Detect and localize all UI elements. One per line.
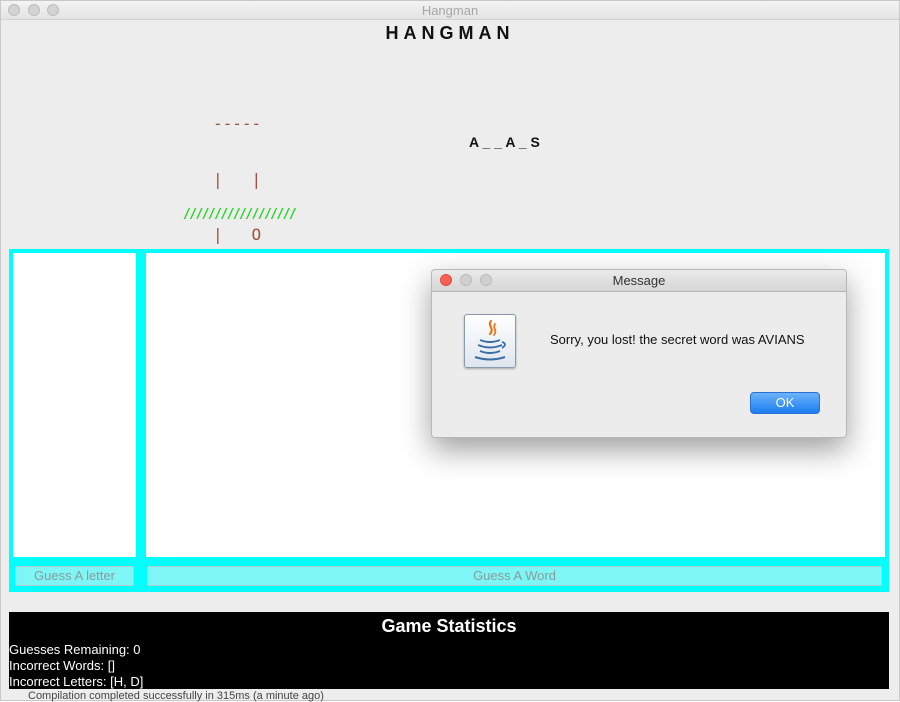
gallows-line: | | (213, 169, 262, 189)
gallows-line: | O (213, 225, 262, 244)
incorrect-letters: Incorrect Letters: [H, D] (9, 674, 144, 689)
guessed-letters-area[interactable] (13, 253, 136, 557)
dialog-title: Message (612, 273, 666, 288)
app-title: HANGMAN (385, 23, 515, 43)
guess-letter-button[interactable]: Guess A letter (15, 566, 134, 586)
masked-word: A _ _ A _ S (469, 134, 540, 150)
incorrect-words: Incorrect Words: [] (9, 658, 115, 673)
java-coffee-cup-icon (464, 314, 516, 368)
background-status-text: Compilation completed successfully in 31… (28, 690, 324, 702)
game-statistics-panel: Game Statistics Guesses Remaining: 0 Inc… (9, 612, 889, 689)
guess-progress-slashes: ////////////////// (183, 207, 297, 222)
stats-title: Game Statistics (381, 616, 517, 636)
dialog-message: Sorry, you lost! the secret word was AVI… (550, 332, 805, 347)
window-titlebar[interactable]: Hangman (1, 1, 899, 20)
dialog-titlebar[interactable]: Message (432, 270, 846, 292)
ok-button[interactable]: OK (750, 392, 820, 414)
gallows-line: ----- (213, 114, 262, 133)
guesses-remaining: Guesses Remaining: 0 (9, 642, 141, 657)
guess-word-button[interactable]: Guess A Word (147, 566, 882, 586)
message-dialog: Message Sorry, you lost! the secret word… (431, 269, 847, 438)
window-title: Hangman (421, 3, 479, 18)
